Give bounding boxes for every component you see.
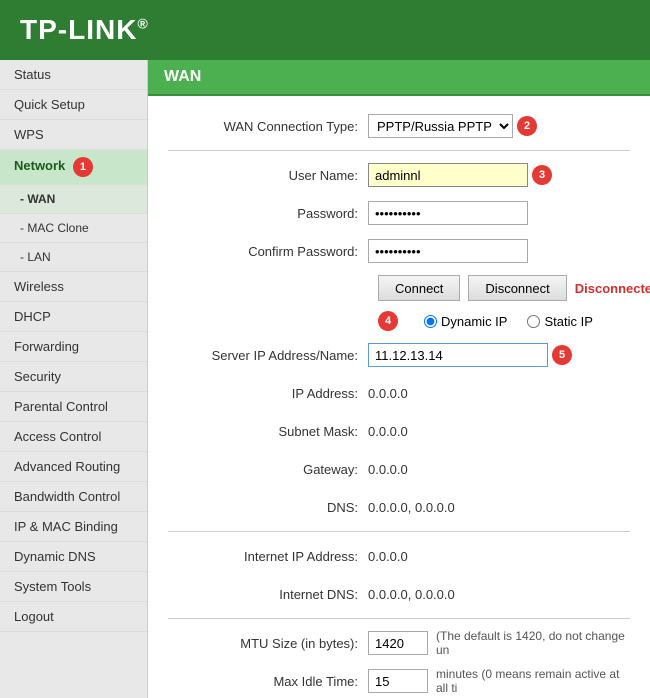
wan-connection-type-select[interactable]: PPTP/Russia PPTP Dynamic IP Static IP PP…: [368, 114, 513, 138]
sidebar-item-logout[interactable]: Logout: [0, 602, 147, 632]
static-ip-radio[interactable]: [527, 315, 540, 328]
password-input[interactable]: [368, 201, 528, 225]
internet-ip-value: 0.0.0.0: [368, 549, 408, 564]
annotation-5: 5: [552, 345, 572, 365]
layout: Status Quick Setup WPS Network 1 - WAN -…: [0, 60, 650, 698]
sidebar: Status Quick Setup WPS Network 1 - WAN -…: [0, 60, 148, 698]
divider-1: [168, 150, 630, 151]
content-area: WAN Connection Type: PPTP/Russia PPTP Dy…: [148, 96, 650, 698]
wan-connection-type-label: WAN Connection Type:: [168, 119, 368, 134]
internet-dns-row: Internet DNS: 0.0.0.0, 0.0.0.0: [168, 580, 630, 608]
server-ip-input[interactable]: [368, 343, 548, 367]
server-ip-label: Server IP Address/Name:: [168, 348, 368, 363]
ip-address-row: IP Address: 0.0.0.0: [168, 379, 630, 407]
password-label: Password:: [168, 206, 368, 221]
main-content: WAN WAN Connection Type: PPTP/Russia PPT…: [148, 60, 650, 698]
username-row: User Name: 3: [168, 161, 630, 189]
sidebar-item-bandwidth-control[interactable]: Bandwidth Control: [0, 482, 147, 512]
header: TP-LINK®: [0, 0, 650, 60]
internet-dns-label: Internet DNS:: [168, 587, 368, 602]
username-label: User Name:: [168, 168, 368, 183]
dns-value: 0.0.0.0, 0.0.0.0: [368, 500, 455, 515]
ip-address-value: 0.0.0.0: [368, 386, 408, 401]
sidebar-item-security[interactable]: Security: [0, 362, 147, 392]
sidebar-item-advanced-routing[interactable]: Advanced Routing: [0, 452, 147, 482]
sidebar-item-forwarding[interactable]: Forwarding: [0, 332, 147, 362]
sidebar-item-dhcp[interactable]: DHCP: [0, 302, 147, 332]
password-row: Password:: [168, 199, 630, 227]
subnet-mask-row: Subnet Mask: 0.0.0.0: [168, 417, 630, 445]
sidebar-item-status[interactable]: Status: [0, 60, 147, 90]
annotation-4: 4: [378, 311, 398, 331]
max-idle-row: Max Idle Time: minutes (0 means remain a…: [168, 667, 630, 695]
ip-address-label: IP Address:: [168, 386, 368, 401]
sidebar-item-dynamic-dns[interactable]: Dynamic DNS: [0, 542, 147, 572]
mtu-hint: (The default is 1420, do not change un: [436, 629, 630, 657]
username-input[interactable]: [368, 163, 528, 187]
mtu-row: MTU Size (in bytes): (The default is 142…: [168, 629, 630, 657]
sidebar-item-lan[interactable]: - LAN: [0, 243, 147, 272]
dynamic-ip-radio-label[interactable]: Dynamic IP: [424, 314, 507, 329]
sidebar-item-access-control[interactable]: Access Control: [0, 422, 147, 452]
internet-ip-label: Internet IP Address:: [168, 549, 368, 564]
dns-row: DNS: 0.0.0.0, 0.0.0.0: [168, 493, 630, 521]
mtu-label: MTU Size (in bytes):: [168, 636, 368, 651]
sidebar-item-wireless[interactable]: Wireless: [0, 272, 147, 302]
annotation-2: 2: [517, 116, 537, 136]
sidebar-item-wan[interactable]: - WAN: [0, 185, 147, 214]
disconnect-button[interactable]: Disconnect: [468, 275, 566, 301]
sidebar-item-wps[interactable]: WPS: [0, 120, 147, 150]
sidebar-item-parental-control[interactable]: Parental Control: [0, 392, 147, 422]
sidebar-item-mac-clone[interactable]: - MAC Clone: [0, 214, 147, 243]
connect-btn-row: Connect Disconnect Disconnected!: [168, 275, 630, 301]
internet-ip-row: Internet IP Address: 0.0.0.0: [168, 542, 630, 570]
sidebar-item-network[interactable]: Network 1: [0, 150, 147, 185]
max-idle-hint: minutes (0 means remain active at all ti: [436, 667, 630, 695]
internet-dns-value: 0.0.0.0, 0.0.0.0: [368, 587, 455, 602]
disconnected-status: Disconnected!: [575, 281, 650, 296]
wan-connection-type-row: WAN Connection Type: PPTP/Russia PPTP Dy…: [168, 112, 630, 140]
max-idle-label: Max Idle Time:: [168, 674, 368, 689]
page-title: WAN: [148, 60, 650, 96]
dynamic-ip-radio[interactable]: [424, 315, 437, 328]
confirm-password-input[interactable]: [368, 239, 528, 263]
confirm-password-label: Confirm Password:: [168, 244, 368, 259]
annotation-1: 1: [73, 157, 93, 177]
connect-button[interactable]: Connect: [378, 275, 460, 301]
gateway-label: Gateway:: [168, 462, 368, 477]
sidebar-item-ip-mac-binding[interactable]: IP & MAC Binding: [0, 512, 147, 542]
mtu-input[interactable]: [368, 631, 428, 655]
annotation-3: 3: [532, 165, 552, 185]
static-ip-radio-label[interactable]: Static IP: [527, 314, 592, 329]
gateway-value: 0.0.0.0: [368, 462, 408, 477]
confirm-password-row: Confirm Password:: [168, 237, 630, 265]
subnet-mask-label: Subnet Mask:: [168, 424, 368, 439]
max-idle-input[interactable]: [368, 669, 428, 693]
divider-3: [168, 618, 630, 619]
logo: TP-LINK®: [20, 14, 149, 46]
subnet-mask-value: 0.0.0.0: [368, 424, 408, 439]
ip-type-radio-row: 4 Dynamic IP Static IP: [168, 311, 630, 331]
dns-label: DNS:: [168, 500, 368, 515]
server-ip-row: Server IP Address/Name: 5: [168, 341, 630, 369]
gateway-row: Gateway: 0.0.0.0: [168, 455, 630, 483]
sidebar-item-quick-setup[interactable]: Quick Setup: [0, 90, 147, 120]
sidebar-item-system-tools[interactable]: System Tools: [0, 572, 147, 602]
divider-2: [168, 531, 630, 532]
